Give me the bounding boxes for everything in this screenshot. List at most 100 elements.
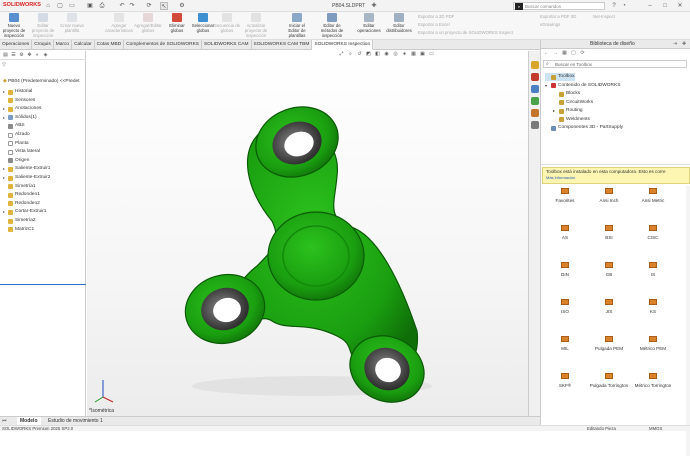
expand-arrow-icon[interactable]: ▸ <box>3 165 7 173</box>
standard-folder[interactable]: Pulgada Torrington <box>589 373 629 388</box>
section-view-icon[interactable]: ◩ <box>365 51 372 58</box>
maximize-icon[interactable]: □ <box>660 1 670 11</box>
expand-arrow-icon[interactable]: ▾ <box>545 82 549 90</box>
design-library-icon[interactable] <box>531 73 539 81</box>
undo-icon[interactable]: ↶ <box>118 2 126 10</box>
home-icon[interactable]: ⌂ <box>44 2 52 10</box>
tree-item[interactable]: ▸ Cortar-Extruir1 <box>3 208 46 216</box>
delete-balloons-button[interactable]: Eliminar globos <box>163 13 191 39</box>
standard-folder[interactable]: ISO <box>545 299 585 314</box>
standard-folder[interactable]: GB <box>589 262 629 277</box>
scene-icon[interactable]: ▦ <box>410 51 417 58</box>
tree-item[interactable]: ▸ Historial <box>3 88 32 96</box>
edit-inspection-project-button[interactable]: Editar proyecto de inspección <box>29 13 57 39</box>
panel-divider[interactable] <box>541 164 690 165</box>
tree-item[interactable]: Sensores <box>3 97 35 105</box>
standard-folder[interactable]: Ansi Inch <box>589 188 629 203</box>
library-tree-item[interactable]: Componentes 3D - PartSupply <box>545 124 623 132</box>
select-icon[interactable]: ↖ <box>160 2 168 10</box>
net-inspect-button[interactable]: Net-Inspect <box>593 14 615 19</box>
tab-complementos[interactable]: Complementos de SOLIDWORKS <box>124 40 202 50</box>
add-folder-icon[interactable]: ▢ <box>570 50 577 57</box>
display-manager-icon[interactable]: ◐ <box>34 52 41 59</box>
template-editor-button[interactable]: Iniciar el Editor de plantillas <box>283 13 311 39</box>
view-settings-icon[interactable]: ▣ <box>419 51 426 58</box>
tab-solidworks-inspection[interactable]: SOLIDWORKS Inspection <box>312 40 374 50</box>
tab-solidworks-cam-tbm[interactable]: SOLIDWORKS CAM TBM <box>252 40 313 50</box>
previous-view-icon[interactable]: ↺ <box>356 51 363 58</box>
tree-item[interactable]: Simetría1 <box>3 183 36 191</box>
standard-folder[interactable]: IS <box>633 262 673 277</box>
print-icon[interactable]: ⎙ <box>98 2 106 10</box>
tree-item[interactable]: Origen <box>3 157 29 165</box>
tree-item[interactable]: Alzado <box>3 131 30 139</box>
expand-arrow-icon[interactable]: ▸ <box>3 88 7 96</box>
tab-solidworks-cam[interactable]: SOLIDWORKS CAM <box>202 40 252 50</box>
standard-folder[interactable]: AS <box>545 225 585 240</box>
create-template-button[interactable]: Crear nueva plantilla <box>58 13 86 39</box>
custom-properties-icon[interactable] <box>531 121 539 129</box>
update-inspection-project-button[interactable]: Actualizar proyecto de inspección <box>242 13 270 39</box>
back-icon[interactable]: ← <box>543 50 550 57</box>
standard-folder[interactable]: DIN <box>545 262 585 277</box>
tab-croquis[interactable]: Croquis <box>32 40 54 50</box>
standard-folder[interactable]: Ansi Metric <box>633 188 673 203</box>
tree-item[interactable]: ▸ Saliente-Extruir1 <box>3 165 50 173</box>
zoom-fit-icon[interactable]: ⤢ <box>338 51 345 58</box>
tab-operaciones[interactable]: Operaciones <box>0 40 33 50</box>
expand-arrow-icon[interactable]: ▸ <box>3 105 7 113</box>
export-sw-inspection-project-button[interactable]: Exportar a un proyecto de SOLIDWORKS Ins… <box>418 30 513 35</box>
tree-item[interactable]: Vista lateral <box>3 148 40 156</box>
add-edit-balloons-button[interactable]: Agregar/Editar globos <box>134 13 162 39</box>
standard-folder[interactable]: Pulgada PEM <box>589 336 629 351</box>
toolbox-search-input[interactable]: ⌕ Buscar en Toolbox <box>543 60 687 68</box>
standard-folder[interactable]: Favorites <box>545 188 585 203</box>
redo-icon[interactable]: ↷ <box>128 2 136 10</box>
spinner-model[interactable] <box>87 51 540 416</box>
tree-item[interactable]: ABS <box>3 122 25 130</box>
expand-arrow-icon[interactable]: ▸ <box>553 107 557 115</box>
standard-folder[interactable]: Métrico PEM <box>633 336 673 351</box>
dimxpert-icon[interactable]: ✥ <box>26 52 33 59</box>
rebuild-icon[interactable]: ⟳ <box>145 2 153 10</box>
minimize-icon[interactable]: – <box>645 1 655 11</box>
tree-item[interactable]: Planta <box>3 140 29 148</box>
edrawings-button[interactable]: eDrawings <box>540 22 560 27</box>
feature-tree-icon[interactable]: ▤ <box>2 52 9 59</box>
property-manager-icon[interactable]: ☰ <box>10 52 17 59</box>
collapse-icon[interactable]: ⇥ <box>673 41 677 47</box>
expand-arrow-icon[interactable]: ▸ <box>3 114 7 122</box>
sw-resources-icon[interactable] <box>531 61 539 69</box>
file-explorer-icon[interactable] <box>531 85 539 93</box>
appearance-icon[interactable]: ● <box>401 51 408 58</box>
part-root-item[interactable]: ◆ PB04 (Predeterminado) <<Predet <box>3 79 80 84</box>
tree-item[interactable]: Redondeo2 <box>3 200 40 208</box>
library-tree-item[interactable]: ▸ Routing <box>553 107 583 115</box>
standard-folder[interactable]: MIL <box>545 336 585 351</box>
view-palette-icon[interactable] <box>531 97 539 105</box>
new-file-icon[interactable]: ▢ <box>56 2 64 10</box>
save-icon[interactable]: ▣ <box>86 2 94 10</box>
inspection-methods-editor-button[interactable]: Editor de métodos de inspección <box>318 13 346 39</box>
help-icon[interactable]: ? <box>610 2 618 10</box>
pin-icon[interactable]: ✚ <box>370 2 378 10</box>
library-scrollbar[interactable] <box>686 186 690 456</box>
status-units[interactable]: MMGS <box>649 426 662 432</box>
monitor-icon[interactable]: ▭ <box>428 51 435 58</box>
options-icon[interactable]: ⚙ <box>178 2 186 10</box>
config-manager-icon[interactable]: ⚙ <box>18 52 25 59</box>
close-icon[interactable]: ✕ <box>675 1 685 11</box>
edit-operations-button[interactable]: Editar operaciones <box>355 13 383 39</box>
add-location-icon[interactable]: ▦ <box>561 50 568 57</box>
appearances-icon[interactable] <box>531 109 539 117</box>
hide-show-icon[interactable]: ◎ <box>392 51 399 58</box>
library-tree-item[interactable]: ▾ Contenido de SOLIDWORKS <box>545 82 620 90</box>
rollback-bar[interactable] <box>0 284 86 285</box>
library-tree-item[interactable]: Toolbox <box>545 73 575 81</box>
more-info-link[interactable]: Más información <box>546 175 575 180</box>
refresh-icon[interactable]: ⟳ <box>579 50 586 57</box>
tree-item[interactable]: Redondeo1 <box>3 191 40 199</box>
new-inspection-project-button[interactable]: Nuevo proyecto de inspección <box>0 13 28 39</box>
standard-folder[interactable]: JIS <box>589 299 629 314</box>
standard-folder[interactable]: CISC <box>633 225 673 240</box>
